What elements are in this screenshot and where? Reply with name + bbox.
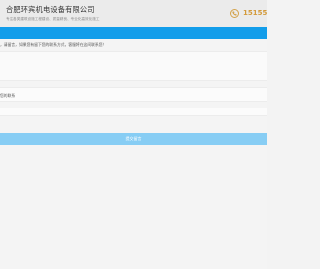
site-header: 合肥环宾机电设备有限公司 专注各类建筑设施工程建设、质量精良、专业化高效化施工 … (0, 0, 267, 27)
navigation-bar (0, 27, 267, 39)
phone-icon (230, 9, 239, 18)
page: 合肥环宾机电设备有限公司 专注各类建筑设施工程建设、质量精良、专业化高效化施工 … (0, 0, 267, 269)
phone-number[interactable]: 15155 (243, 9, 267, 17)
message-textarea[interactable] (0, 51, 267, 81)
form-notice: ，请留言，如果您有留下您的联系方式，客服将在这间联系您！ (0, 42, 107, 47)
contact-input[interactable]: 您的联系 (0, 87, 267, 102)
submit-button[interactable]: 提交留言 (0, 133, 267, 145)
company-slogan: 专注各类建筑设施工程建设、质量精良、专业化高效化施工 (6, 17, 100, 21)
contact-input-secondary[interactable] (0, 108, 267, 116)
company-name[interactable]: 合肥环宾机电设备有限公司 (6, 5, 95, 15)
contact-label: 您的联系 (0, 93, 16, 98)
